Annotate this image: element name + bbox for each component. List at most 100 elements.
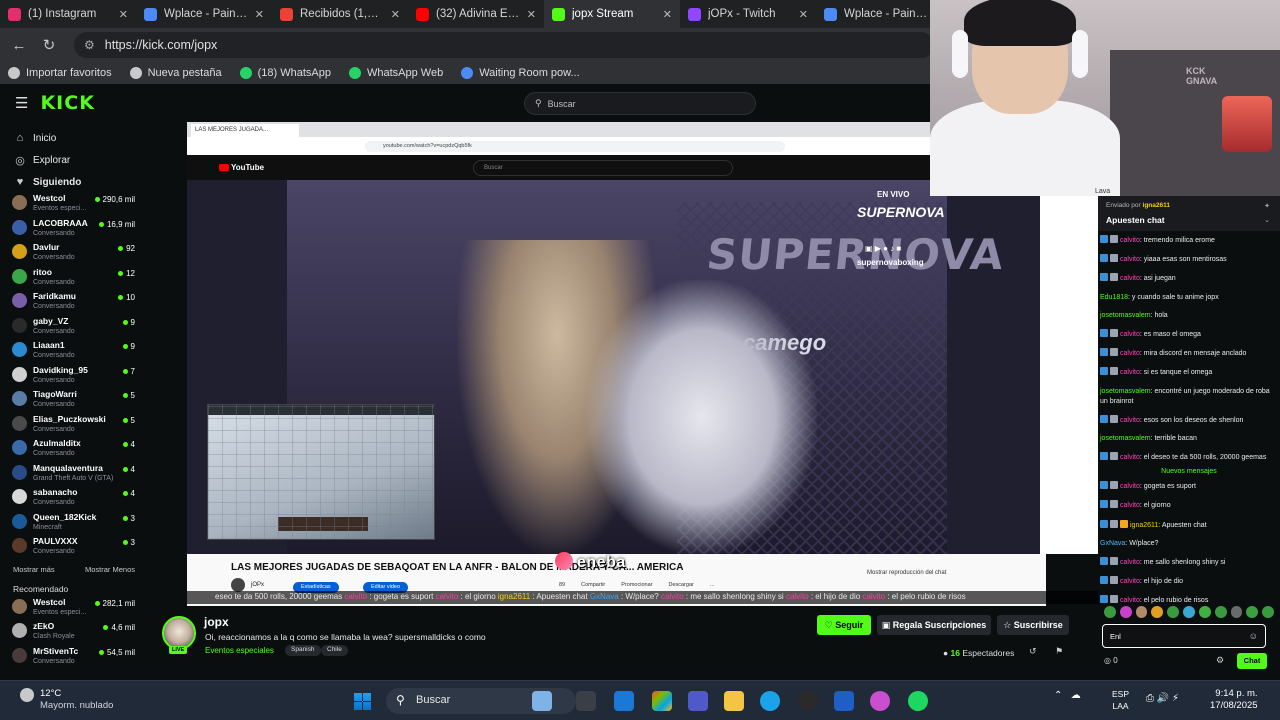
sidebar-channel[interactable]: zEkO Clash Royale 4,6 mil [0,621,145,646]
site-info-icon[interactable]: ⚙ [84,38,95,52]
chat-message[interactable]: calvito: gogeta es suport [1098,480,1280,493]
emote-icon[interactable] [1104,606,1116,618]
chat-username[interactable]: calvito [1120,597,1140,604]
reload-icon[interactable]: ↻ [38,36,60,54]
system-tray[interactable]: ⌃ ☁ [1054,690,1081,701]
chat-username[interactable]: GxNava [1100,540,1125,547]
show-less-link[interactable]: Mostrar Menos [85,565,135,581]
chat-username[interactable]: calvito [1120,578,1140,585]
report-icon[interactable]: ⚑ [1055,646,1063,657]
close-icon[interactable]: ✕ [799,8,808,21]
chat-username[interactable]: calvito [1120,369,1140,376]
chat-username[interactable]: josetomasvalem [1100,312,1151,319]
pin-icon[interactable]: ✦ [1264,202,1270,210]
close-icon[interactable]: ✕ [119,8,128,21]
tag-spanish[interactable]: Spanish [285,645,321,656]
chat-username[interactable]: calvito [1120,331,1140,338]
spotify-icon[interactable] [908,691,928,711]
teams-icon[interactable] [688,691,708,711]
sidebar-channel[interactable]: gaby_VZ Conversando 9 [0,316,145,341]
task-view-icon[interactable] [576,691,596,711]
chat-username[interactable]: calvito [1120,256,1140,263]
close-icon[interactable]: ✕ [663,8,672,21]
sidebar-channel[interactable]: LACOBRAAA Conversando 16,9 mil [0,218,145,243]
emote-icon[interactable] [1198,606,1211,618]
emote-icon[interactable] [1135,606,1148,618]
chat-message[interactable]: calvito: me sallo shenlong shiny si [1098,556,1280,569]
sidebar-channel[interactable]: Faridkamu Conversando 10 [0,291,145,316]
chat-message[interactable]: calvito: es maso el omega [1098,328,1280,341]
chat-username[interactable]: calvito [1120,417,1140,424]
stream-category[interactable]: Eventos especiales [205,646,274,655]
visual-studio-icon[interactable] [834,691,854,711]
bookmark-item[interactable]: Nueva pestaña [129,67,222,79]
emote-icon[interactable] [1214,606,1227,618]
emote-icon[interactable] [1167,606,1180,618]
channel-points[interactable]: ◎ 0 [1104,656,1118,665]
chat-username[interactable]: igna2611 [1130,522,1158,529]
sidebar-channel[interactable]: Elias_Puczkowski Conversando 5 [0,414,145,439]
sidebar-channel[interactable]: Manqualaventura Grand Theft Auto V (GTA) 4 [0,463,145,488]
windows-start-icon[interactable] [354,693,371,710]
store-icon[interactable] [614,691,634,711]
sidebar-channel[interactable]: Westcol Eventos especi... 282,1 mil [0,597,145,622]
chat-message[interactable]: calvito: si es tanque el omega [1098,366,1280,379]
sidebar-channel[interactable]: Liaaan1 Conversando 9 [0,340,145,365]
github-icon[interactable] [798,691,818,711]
chat-username[interactable]: calvito [1120,454,1140,461]
language-indicator[interactable]: ESP LAA [1112,688,1129,712]
follow-button[interactable]: ♡ Seguir [817,615,871,635]
file-explorer-icon[interactable] [724,691,744,711]
paint-icon[interactable] [870,691,890,711]
show-more-link[interactable]: Mostrar más [13,565,55,581]
chat-message[interactable]: calvito: mira discord en mensaje anclado [1098,347,1280,360]
share-icon[interactable]: ↺ [1029,646,1037,657]
chat-message[interactable]: GxNava: W/place? [1098,538,1280,550]
chat-username[interactable]: calvito [1120,275,1140,282]
chat-message[interactable]: Edu1818: y cuando sale tu anime jopx [1098,292,1280,304]
chat-message[interactable]: calvito: esos son los deseos de shenlon [1098,414,1280,427]
emoji-icon[interactable]: ☺ [1249,631,1258,641]
sidebar-channel[interactable]: PAULVXXX Conversando 3 [0,536,145,561]
browser-tab[interactable]: jOPx - Twitch ✕ [680,0,816,28]
sidebar-item-explorar[interactable]: ◎ Explorar [0,149,145,171]
chat-username[interactable]: calvito [1120,237,1140,244]
emote-icon[interactable] [1151,606,1164,618]
new-messages-divider[interactable]: Nuevos mensajes [1098,468,1280,475]
send-chat-button[interactable]: Chat [1237,653,1267,669]
pinned-message[interactable]: Enviado por igna2611 Apuesten chat ✦ ⌄ [1098,196,1280,231]
chat-message[interactable]: calvito: el hijo de dio [1098,575,1280,588]
browser-tab[interactable]: Recibidos (1,686) ✕ [272,0,408,28]
subscribe-button[interactable]: ☆ Suscribirse [997,615,1069,635]
close-icon[interactable]: ✕ [527,8,536,21]
copilot-icon[interactable] [652,691,672,711]
browser-tab[interactable]: (32) Adivina El Pal ✕ [408,0,544,28]
chat-message[interactable]: calvito: yiaaa esas son mentirosas [1098,253,1280,266]
chat-message[interactable]: josetomasvalem: hola [1098,310,1280,322]
chat-message[interactable]: calvito: asi juegan [1098,272,1280,285]
bookmark-item[interactable]: (18) WhatsApp [239,67,331,79]
sidebar-item-siguiendo[interactable]: ♥ Siguiendo [0,171,145,193]
sidebar-channel[interactable]: Azulmalditx Conversando 4 [0,438,145,463]
gift-subs-button[interactable]: ▣ Regala Suscripciones [877,615,991,635]
streamer-name[interactable]: jopx [204,615,229,629]
streamer-avatar[interactable] [162,616,196,650]
chat-username[interactable]: calvito [1120,483,1140,490]
sidebar-item-inicio[interactable]: ⌂ Inicio [0,127,145,149]
kick-logo[interactable]: KICK [40,92,94,114]
chat-username[interactable]: calvito [1120,350,1140,357]
sidebar-channel[interactable]: ritoo Conversando 12 [0,267,145,292]
emote-icon[interactable] [1119,606,1132,618]
menu-icon[interactable]: ☰ [15,94,28,112]
tray-icons[interactable]: ⎙ 🔊 ⚡ [1146,693,1179,704]
chat-username[interactable]: Edu1818 [1100,294,1128,301]
chat-username[interactable]: josetomasvalem [1100,388,1151,395]
chat-message[interactable]: calvito: el giorno [1098,499,1280,512]
weather-widget[interactable]: 12°C Mayorm. nublado [20,688,113,712]
chat-message[interactable]: josetomasvalem: encontré un juego modera… [1098,386,1280,408]
sidebar-channel[interactable]: sabanacho Conversando 4 [0,487,145,512]
chat-message[interactable]: calvito: el deseo te da 500 rolls, 20000… [1098,451,1280,464]
browser-tab[interactable]: Wplace - Paint the world ✕ [136,0,272,28]
chat-username[interactable]: josetomasvalem [1100,435,1151,442]
sidebar-channel[interactable]: Westcol Eventos especi... 290,6 mil [0,193,145,218]
